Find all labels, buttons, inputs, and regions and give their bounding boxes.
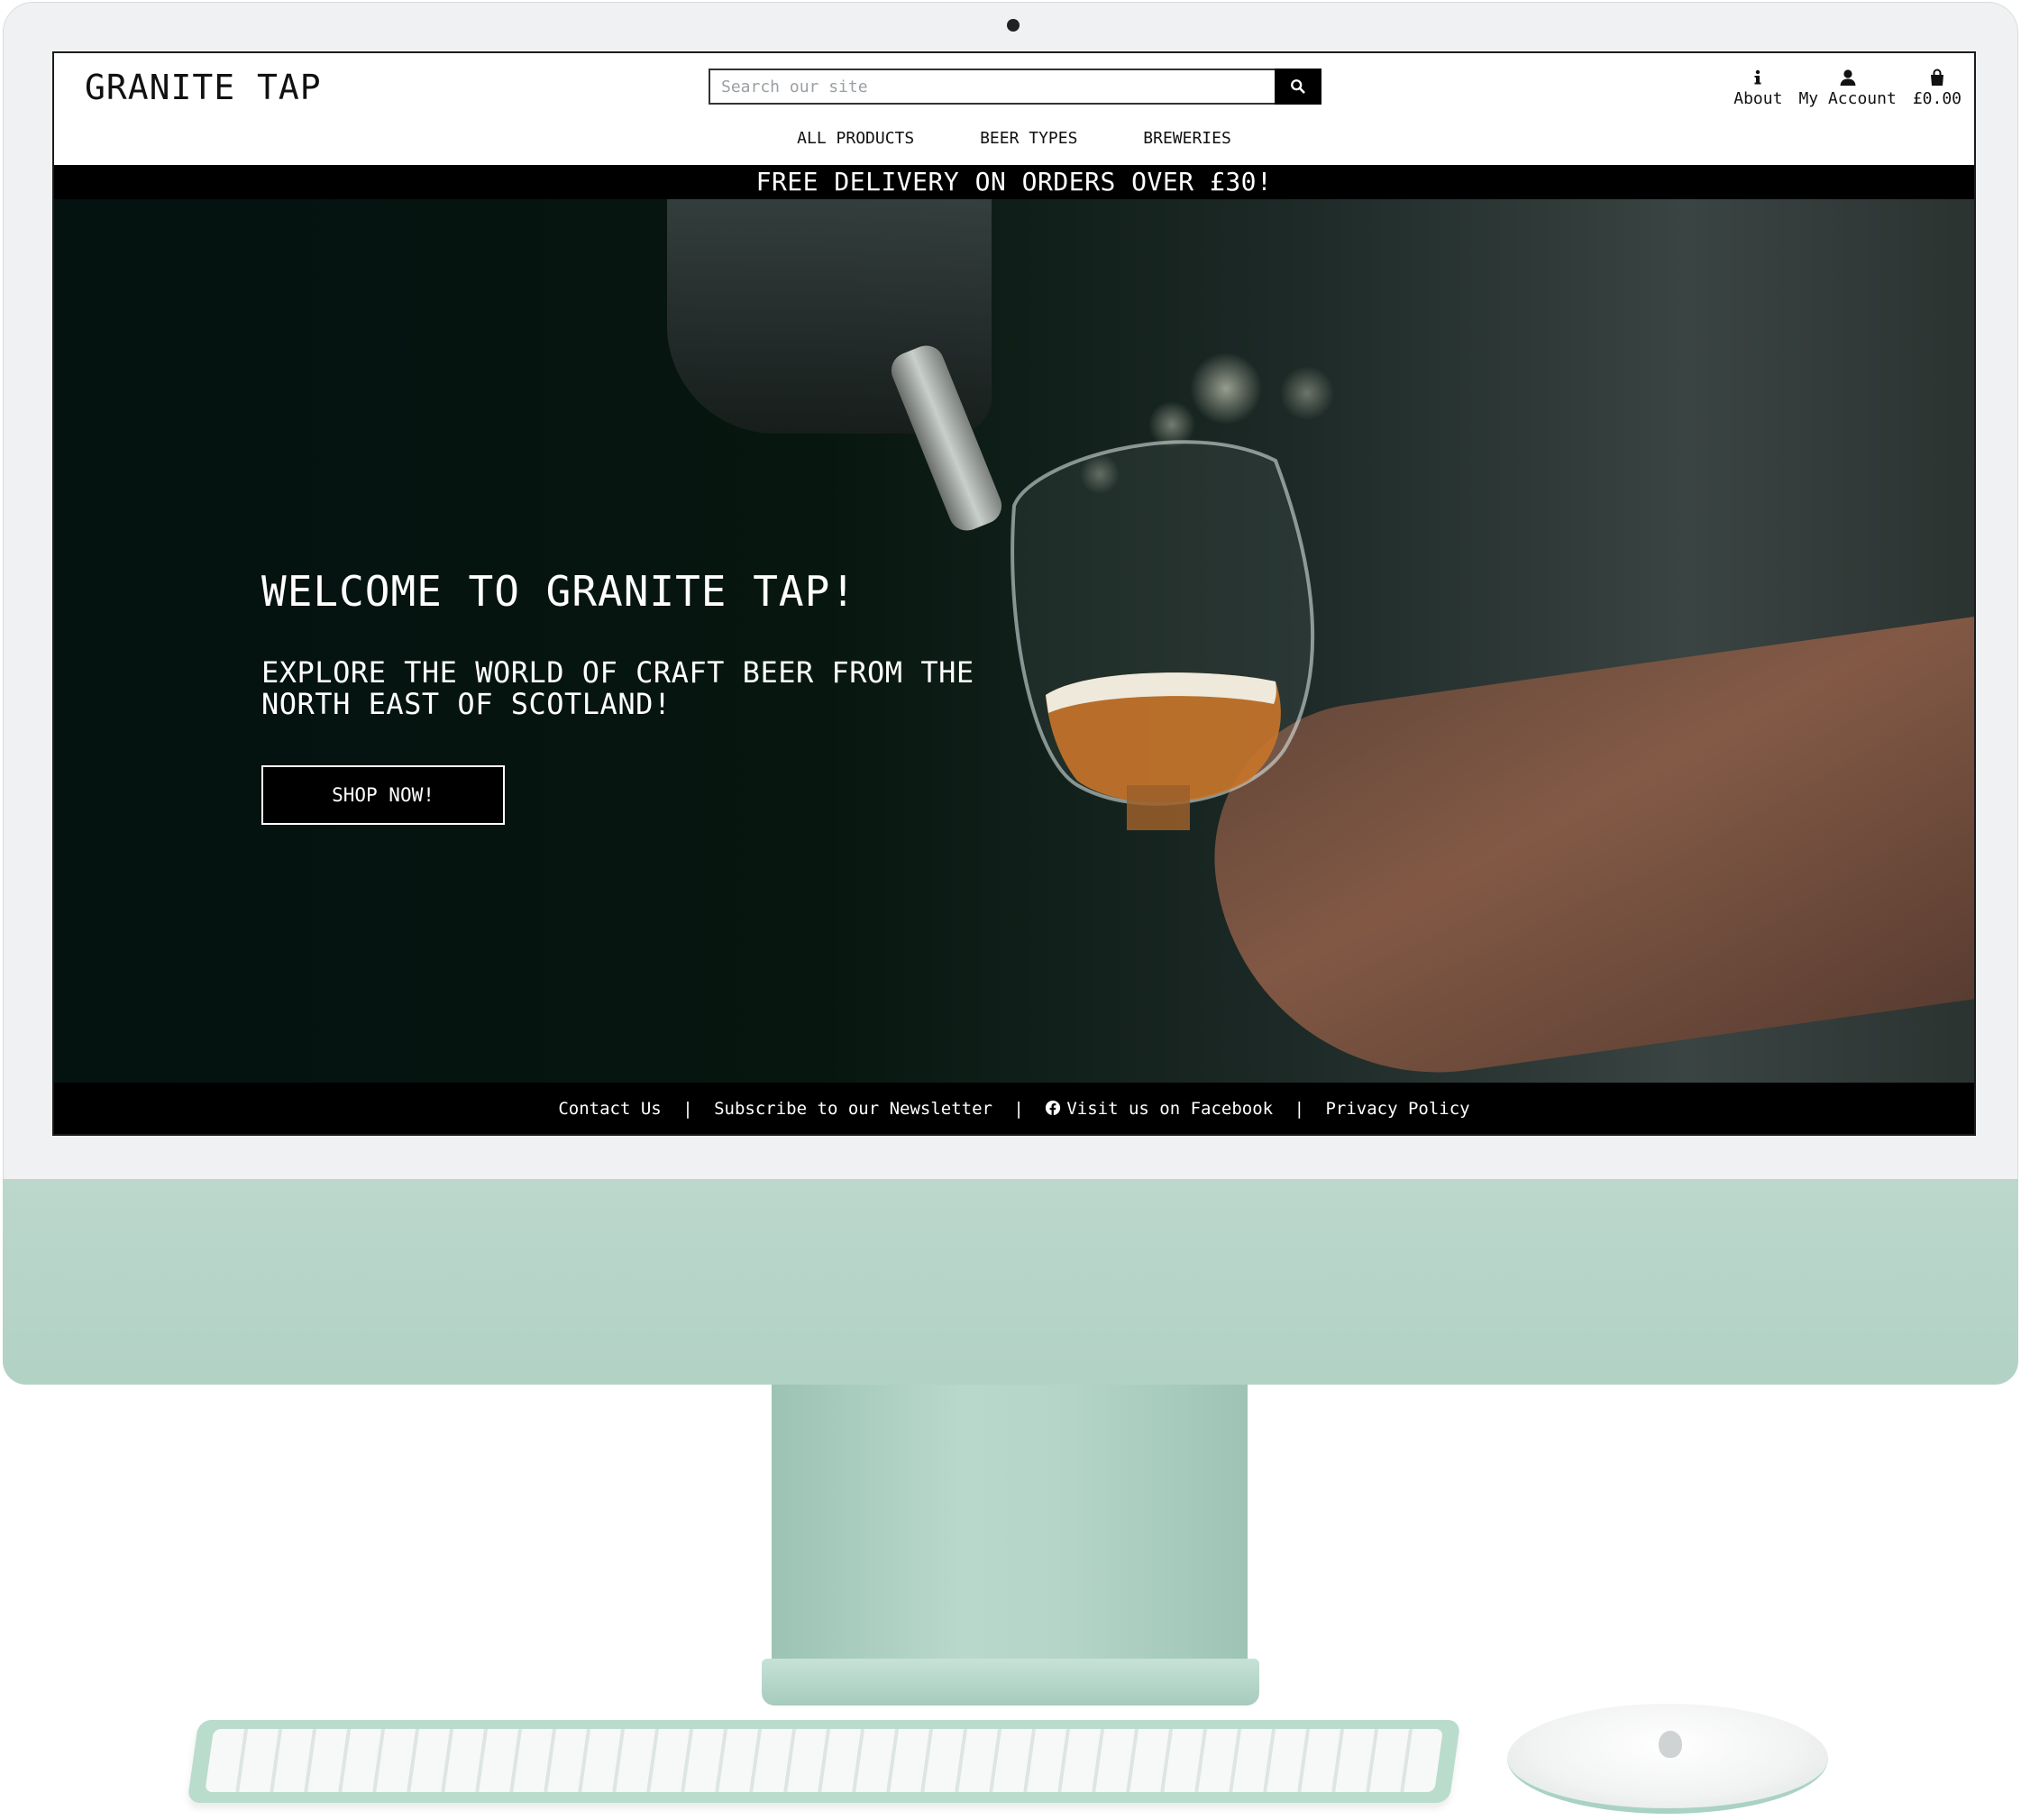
site-logo[interactable]: GRANITE TAP	[85, 68, 322, 107]
footer-separator: |	[1013, 1099, 1024, 1119]
hero-subtitle: EXPLORE THE WORLD OF CRAFT BEER FROM THE…	[261, 655, 974, 721]
nav-beer-types[interactable]: BEER TYPES	[980, 129, 1077, 148]
keyboard-keys	[205, 1729, 1444, 1792]
info-icon	[1753, 66, 1762, 89]
hero-section: WELCOME TO GRANITE TAP! EXPLORE THE WORL…	[54, 199, 1974, 1102]
monitor-bezel: GRANITE TAP Search our site About My Acc…	[3, 2, 2018, 1181]
site-footer: Contact Us | Subscribe to our Newsletter…	[54, 1083, 1974, 1134]
bag-total: £0.00	[1912, 89, 1962, 108]
user-links: About My Account £0.00	[1733, 66, 1962, 108]
footer-separator: |	[682, 1099, 693, 1119]
main-nav: ALL PRODUCTS BEER TYPES BREWERIES	[54, 129, 1974, 148]
site-header: GRANITE TAP Search our site About My Acc…	[54, 53, 1974, 165]
about-label: About	[1733, 89, 1783, 108]
shopping-bag-icon	[1928, 66, 1946, 89]
hero-image-beer-glass	[1010, 440, 1315, 830]
monitor-chin	[3, 1179, 2018, 1385]
shop-now-button[interactable]: SHOP NOW!	[261, 765, 505, 825]
my-account-label: My Account	[1798, 89, 1897, 108]
search-input[interactable]	[709, 69, 1275, 105]
facebook-label: Visit us on Facebook	[1066, 1099, 1274, 1119]
camera-icon	[1007, 19, 1020, 32]
search-icon	[1291, 79, 1305, 94]
nav-all-products[interactable]: ALL PRODUCTS	[797, 129, 914, 148]
my-account-link[interactable]: My Account	[1798, 66, 1897, 108]
apple-logo-icon	[1659, 1731, 1682, 1758]
monitor-stand	[772, 1385, 1248, 1673]
facebook-link[interactable]: Visit us on Facebook	[1045, 1099, 1283, 1119]
about-link[interactable]: About	[1733, 66, 1782, 108]
newsletter-link[interactable]: Subscribe to our Newsletter	[714, 1099, 992, 1119]
browser-screen: GRANITE TAP Search our site About My Acc…	[52, 51, 1976, 1136]
privacy-policy-link[interactable]: Privacy Policy	[1325, 1099, 1469, 1119]
delivery-banner: FREE DELIVERY ON ORDERS OVER £30!	[54, 165, 1974, 199]
user-icon	[1839, 66, 1857, 89]
contact-us-link[interactable]: Contact Us	[558, 1099, 661, 1119]
footer-separator: |	[1294, 1099, 1305, 1119]
monitor-stand-foot	[762, 1659, 1259, 1706]
keyboard-image	[187, 1720, 1461, 1803]
search-form	[709, 69, 1321, 105]
search-button[interactable]	[1275, 69, 1321, 105]
shopping-bag-link[interactable]: £0.00	[1913, 66, 1962, 108]
nav-breweries[interactable]: BREWERIES	[1143, 129, 1231, 148]
mouse-image	[1507, 1704, 1828, 1814]
facebook-icon	[1046, 1100, 1061, 1116]
hero-title: WELCOME TO GRANITE TAP!	[261, 567, 856, 616]
